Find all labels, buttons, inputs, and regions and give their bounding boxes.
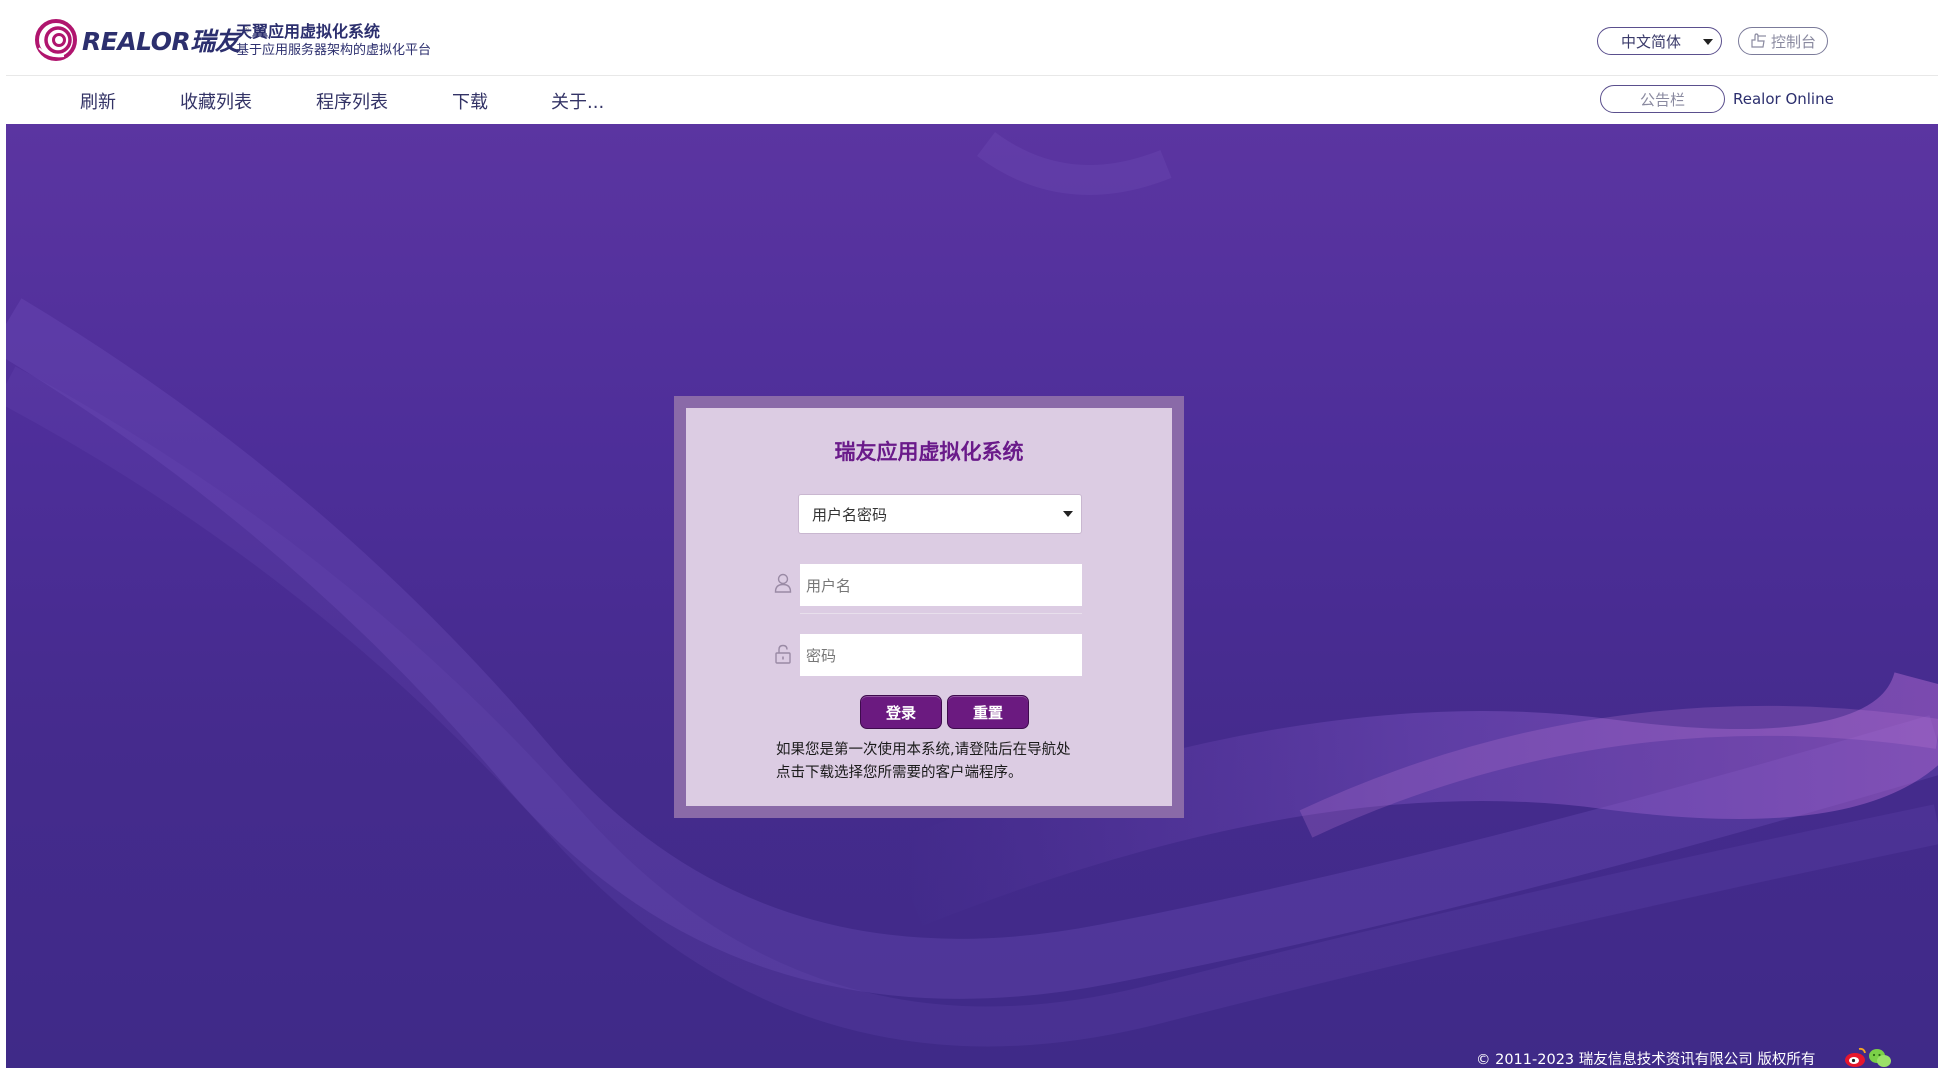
social-icons (1845, 1047, 1891, 1067)
reset-button[interactable]: 重置 (947, 695, 1029, 729)
login-form: 瑞友应用虚拟化系统 用户名密码 用户名 密码 登录 重置 如果您是第一次使用本系… (686, 408, 1172, 806)
hand-pointer-icon (1751, 33, 1766, 48)
hint-line-2: 点击下载选择您所需要的客户端程序。 (776, 765, 1023, 781)
first-use-hint: 如果您是第一次使用本系统,请登陆后在导航处 点击下载选择您所需要的客户端程序。 (776, 739, 1071, 785)
chevron-down-icon (1063, 511, 1073, 517)
main-background: 瑞友应用虚拟化系统 用户名密码 用户名 密码 登录 重置 如果您是第一次使用本系… (6, 124, 1938, 1068)
lock-icon (775, 644, 791, 664)
logo-swirl-icon (35, 19, 77, 61)
login-panel: 瑞友应用虚拟化系统 用户名密码 用户名 密码 登录 重置 如果您是第一次使用本系… (674, 396, 1184, 818)
auth-method-value: 用户名密码 (812, 505, 888, 524)
auth-method-select[interactable]: 用户名密码 (798, 494, 1082, 534)
console-label: 控制台 (1770, 32, 1816, 51)
password-input[interactable]: 密码 (800, 634, 1082, 676)
nav-item-programs[interactable]: 程序列表 (316, 88, 388, 114)
header: REALOR瑞友 ® 天翼应用虚拟化系统 基于应用服务器架构的虚拟化平台 中文简… (6, 0, 1938, 76)
system-title: 天翼应用虚拟化系统 (236, 22, 381, 41)
logo-text: REALOR瑞友 (82, 27, 240, 56)
logo: REALOR瑞友 ® (34, 18, 250, 62)
realor-online-link[interactable]: Realor Online (1733, 90, 1834, 108)
page-frame: REALOR瑞友 ® 天翼应用虚拟化系统 基于应用服务器架构的虚拟化平台 中文简… (6, 0, 1938, 1070)
username-placeholder: 用户名 (806, 576, 852, 595)
notice-board-button[interactable]: 公告栏 (1600, 85, 1725, 113)
chevron-down-icon (1703, 39, 1713, 45)
nav-item-favorites[interactable]: 收藏列表 (180, 88, 252, 114)
login-button[interactable]: 登录 (860, 695, 942, 729)
console-button[interactable]: 控制台 (1738, 27, 1828, 55)
hint-line-1: 如果您是第一次使用本系统,请登陆后在导航处 (776, 742, 1071, 758)
system-subtitle: 基于应用服务器架构的虚拟化平台 (236, 43, 432, 58)
username-input[interactable]: 用户名 (800, 564, 1082, 606)
password-placeholder: 密码 (806, 646, 837, 665)
field-divider (800, 613, 1082, 614)
notice-board-label: 公告栏 (1639, 90, 1685, 109)
copyright-text: © 2011-2023 瑞友信息技术资讯有限公司 版权所有 (1476, 1052, 1816, 1068)
nav-item-download[interactable]: 下载 (452, 88, 488, 114)
language-select[interactable]: 中文简体 (1597, 27, 1722, 55)
wechat-icon[interactable] (1869, 1049, 1891, 1067)
language-value: 中文简体 (1621, 32, 1682, 51)
user-icon (774, 573, 792, 593)
nav-item-about[interactable]: 关于... (551, 88, 604, 114)
top-nav: 刷新 收藏列表 程序列表 下载 关于... 公告栏 Realor Online (6, 76, 1938, 123)
login-title: 瑞友应用虚拟化系统 (834, 440, 1024, 464)
weibo-icon[interactable] (1845, 1047, 1866, 1067)
system-title-block: 天翼应用虚拟化系统 基于应用服务器架构的虚拟化平台 (236, 22, 431, 60)
nav-item-refresh[interactable]: 刷新 (80, 88, 116, 114)
